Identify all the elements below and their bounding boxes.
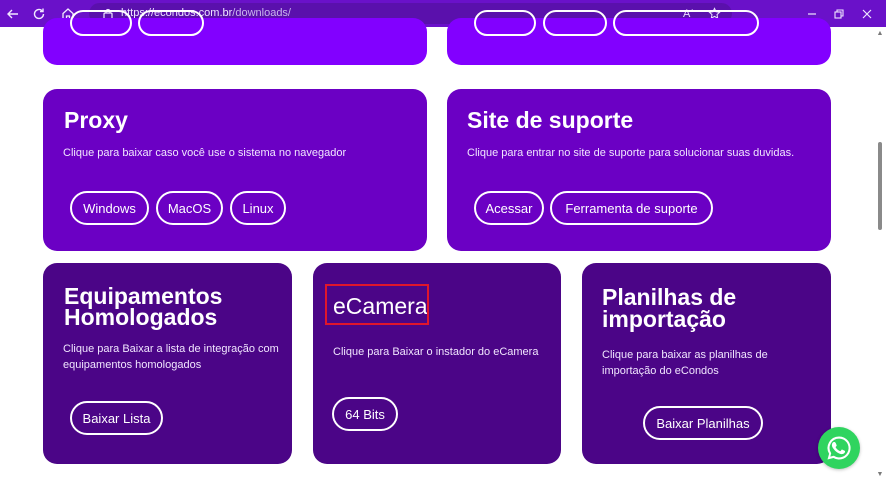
card-top-left-button-1[interactable] — [70, 10, 132, 36]
scroll-down-arrow-icon[interactable]: ▼ — [876, 471, 884, 479]
proxy-description: Clique para baixar caso você use o siste… — [63, 147, 347, 159]
equip-title-line2: Homologados — [64, 304, 218, 330]
windows-button[interactable]: Windows — [70, 191, 149, 225]
64-bits-button[interactable]: 64 Bits — [332, 397, 398, 431]
whatsapp-button[interactable] — [818, 427, 860, 469]
card-top-left-partial — [43, 10, 427, 65]
planilhas-title-line2: importação — [602, 306, 726, 332]
support-tool-button[interactable]: Ferramenta de suporte — [550, 191, 713, 225]
equip-description-line2: equipamentos homologados — [63, 359, 202, 371]
baixar-lista-button[interactable]: Baixar Lista — [70, 401, 163, 435]
support-title: Site de suporte — [467, 107, 634, 133]
card-top-left-button-2[interactable] — [138, 10, 204, 36]
ecamera-title-highlight-box — [325, 284, 429, 325]
support-description: Clique para entrar no site de suporte pa… — [467, 147, 795, 159]
card-top-right-button-2[interactable] — [543, 10, 607, 36]
refresh-icon[interactable] — [29, 4, 49, 24]
planilhas-description-line2: importação do eCondos — [602, 365, 719, 377]
linux-button[interactable]: Linux — [230, 191, 286, 225]
whatsapp-icon — [827, 436, 851, 460]
restore-icon[interactable] — [829, 4, 849, 23]
page-scrollbar[interactable]: ▲ ▼ — [874, 27, 886, 482]
acessar-button[interactable]: Acessar — [474, 191, 544, 225]
macos-button[interactable]: MacOS — [156, 191, 223, 225]
ecamera-description: Clique para Baixar o instador do eCamera — [333, 346, 539, 358]
close-icon[interactable] — [857, 4, 877, 23]
card-support-site: Site de suporte Clique para entrar no si… — [447, 89, 831, 251]
card-equipamentos: Equipamentos Homologados Clique para Bai… — [43, 263, 292, 464]
equip-description-line1: Clique para Baixar a lista de integração… — [63, 343, 279, 355]
card-top-right-button-3[interactable] — [613, 10, 759, 36]
card-proxy: Proxy Clique para baixar caso você use o… — [43, 89, 427, 251]
scrollbar-thumb[interactable] — [878, 142, 882, 230]
card-top-right-button-1[interactable] — [474, 10, 536, 36]
scroll-up-arrow-icon[interactable]: ▲ — [876, 30, 884, 38]
card-planilhas: Planilhas de importação Clique para baix… — [582, 263, 831, 464]
card-top-right-partial — [447, 10, 831, 65]
baixar-planilhas-button[interactable]: Baixar Planilhas — [643, 406, 763, 440]
back-arrow-icon[interactable] — [3, 4, 23, 24]
proxy-title: Proxy — [64, 107, 128, 133]
planilhas-description-line1: Clique para baixar as planilhas de — [602, 349, 768, 361]
